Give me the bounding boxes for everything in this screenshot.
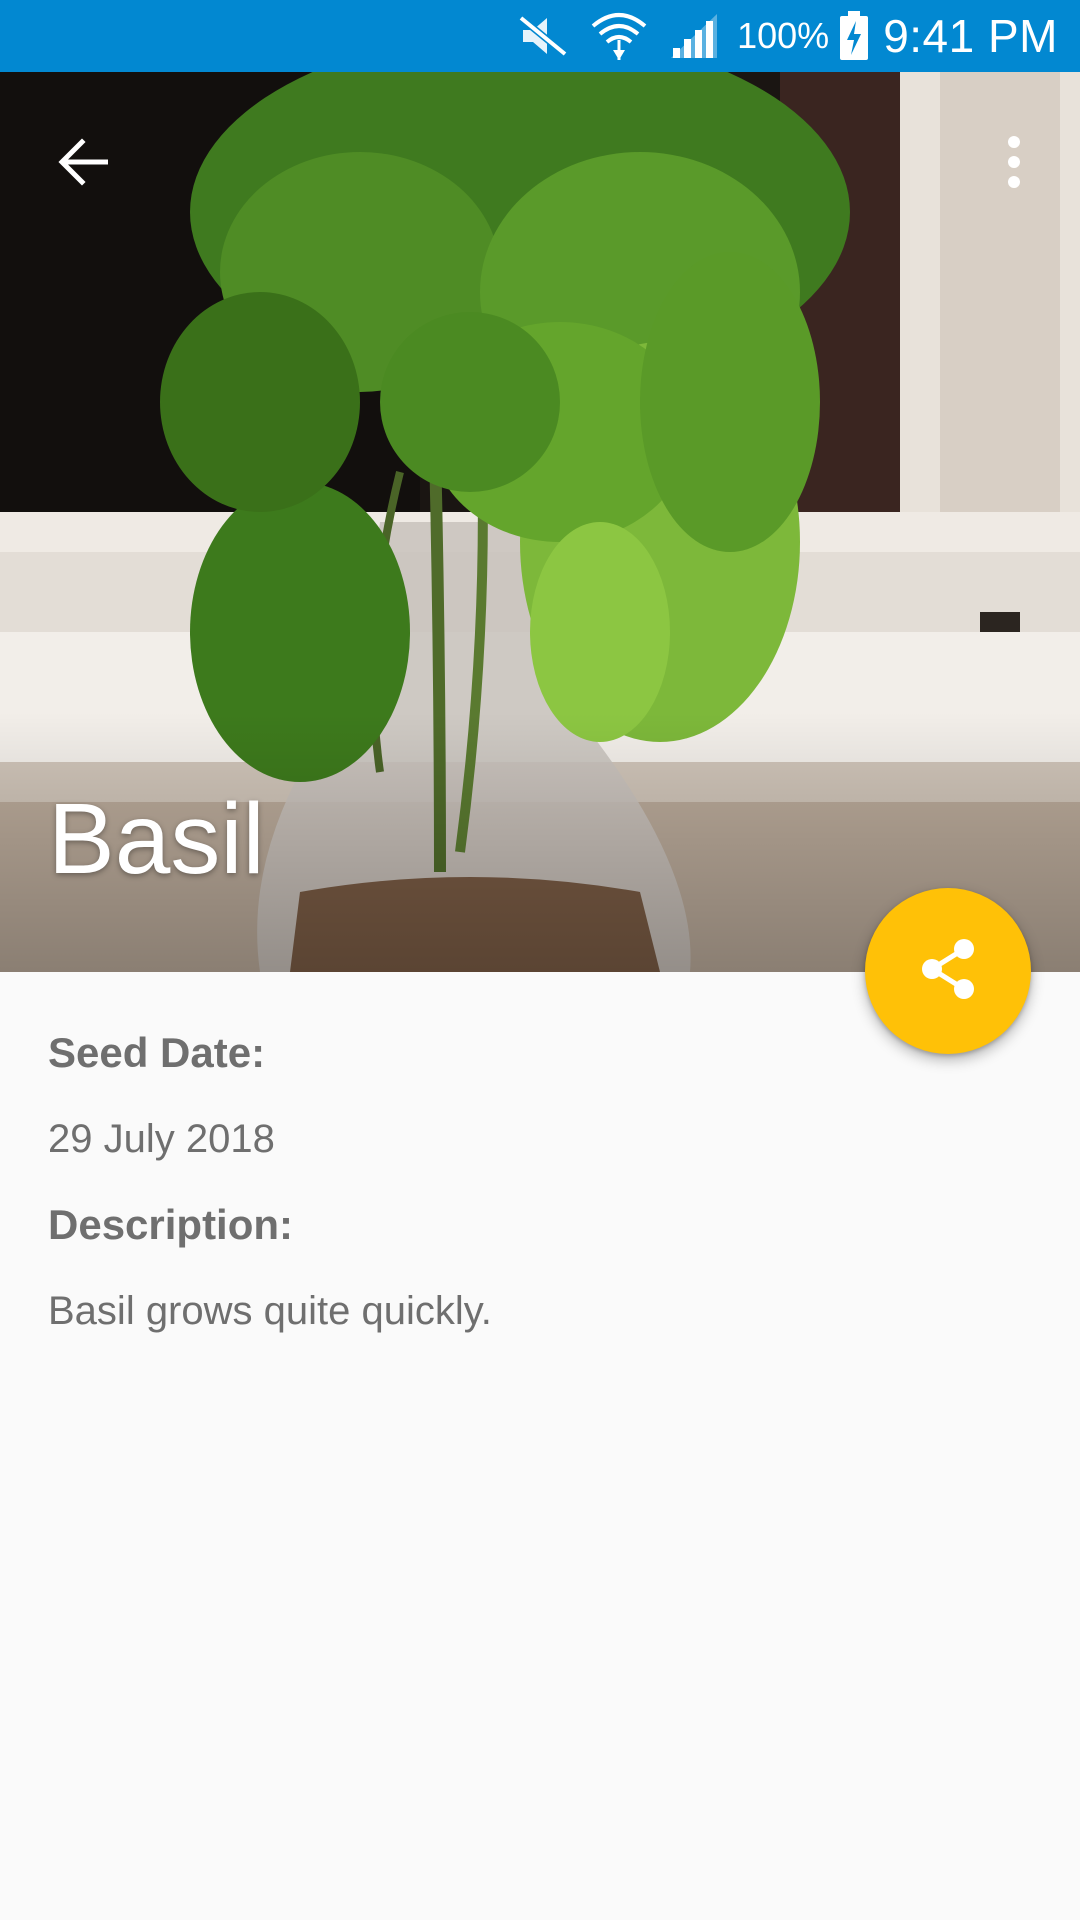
arrow-back-icon	[58, 138, 110, 186]
mute-icon	[517, 14, 569, 58]
overflow-menu-button[interactable]	[972, 120, 1056, 204]
signal-icon	[669, 12, 719, 60]
status-bar: 100% 9:41 PM	[0, 0, 1080, 72]
wifi-icon	[591, 10, 647, 62]
battery-percent: 100%	[737, 15, 830, 56]
back-button[interactable]	[42, 120, 126, 204]
battery-charging-icon	[839, 11, 869, 61]
seed-date-label: Seed Date:	[48, 1029, 266, 1076]
plant-details: Seed Date: 29 July 2018 Description: Bas…	[48, 1020, 1028, 1344]
share-icon	[918, 937, 978, 1006]
more-vert-icon	[1006, 136, 1022, 188]
description-value: Basil grows quite quickly.	[48, 1289, 492, 1333]
clock: 9:41 PM	[883, 10, 1058, 62]
description-label: Description:	[48, 1201, 294, 1248]
page-title: Basil	[48, 783, 265, 895]
seed-date-value: 29 July 2018	[48, 1117, 275, 1161]
header-image: Basil	[0, 72, 1080, 972]
